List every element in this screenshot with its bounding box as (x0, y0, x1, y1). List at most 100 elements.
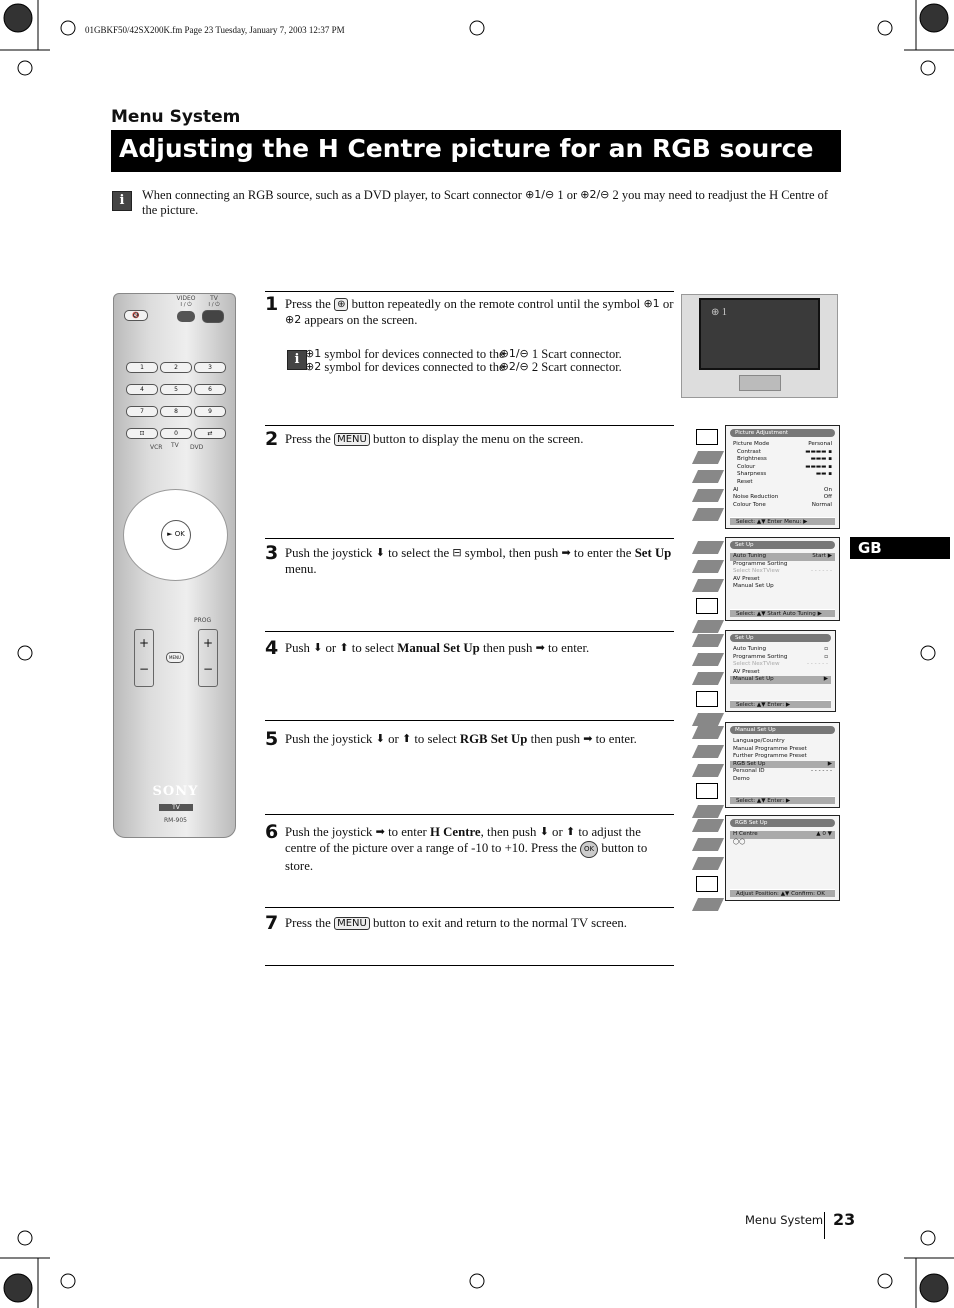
menu-row: Auto Tuning Start ▶ (730, 553, 835, 561)
input-1-icon: ⊕1 (643, 297, 660, 310)
features-icon (691, 764, 725, 777)
menu-row: Auto Tuning ▫ (730, 646, 831, 654)
tv-label: TV (210, 295, 218, 302)
text: appears on the screen. (301, 313, 418, 327)
menu-row-value: ▬▬▬ ▪ (810, 456, 832, 463)
note-box: i ⊕1 symbol for devices connected to the… (287, 348, 667, 374)
menu-panel: Set Up Auto Tuning ▫ Programme Sorting ▫ Sele… (725, 630, 836, 712)
menu-row: Select NexTView - - - - - - (730, 568, 835, 576)
menu-row: ◯◯ (730, 839, 835, 847)
text: 1 or (554, 188, 581, 202)
step-5: 5 Push the joystick ⬇ or ⬆ to select RGB … (265, 728, 675, 750)
menu-row: Programme Sorting (730, 561, 835, 569)
menu-row-label: Programme Sorting (733, 653, 788, 660)
intro-text: When connecting an RGB source, such as a… (142, 188, 832, 218)
features-icon (691, 470, 725, 483)
menu-row-label: Brightness (737, 456, 767, 463)
menu-row-label: Contrast (737, 448, 761, 455)
joystick-down-icon: ⬇ (375, 732, 385, 745)
menu-panel: Manual Set Up Language/Country Manual Prog… (725, 722, 840, 808)
text: or (659, 297, 674, 311)
dvd-label: DVD (190, 444, 204, 451)
menu-row-value: ▬▬ ▪ (815, 471, 832, 478)
tv-illustration: ⊕ 1 (681, 294, 838, 398)
menu-footer: Adjust Position: ▲▼ Confirm: OK (730, 889, 835, 897)
text: Push the joystick (285, 546, 376, 560)
menu-row: Further Programme Preset (730, 753, 835, 761)
info-icon: i (112, 191, 132, 211)
language-tab: GB (850, 537, 950, 559)
step-6: 6 Push the joystick ➡ to enter H Centre, … (265, 821, 675, 874)
menu-title: Picture Adjustment (730, 429, 835, 437)
menu-row-label: Colour (737, 463, 756, 470)
remote-key: ⊡ (126, 428, 158, 439)
footer-section: Menu System (745, 1213, 824, 1227)
joystick-down-icon: ⬇ (539, 825, 549, 838)
features-icon (691, 857, 725, 870)
menu-row: Personal ID - - - - - - (730, 768, 835, 776)
menu-row-value: ▫ (824, 653, 828, 660)
tv-stand (739, 375, 781, 391)
mute-button: 🔇 (124, 310, 148, 321)
menu-row: Select NexTView - - - - - - (730, 661, 831, 669)
remote-key: 0 (160, 428, 192, 439)
menu-title: Manual Set Up (730, 726, 835, 734)
remote-key: 7 (126, 406, 158, 417)
text: to enter the (570, 546, 635, 560)
text: to enter. (544, 641, 590, 655)
menu-row: AV Preset (730, 669, 831, 677)
menu-row-label: Reset (737, 478, 753, 485)
teletext-icon (691, 508, 725, 521)
bold-term: Manual Set Up (397, 641, 480, 655)
remote-key: 2 (160, 362, 192, 373)
menu-row-label: H Centre (733, 831, 758, 837)
menu-footer: Select: ▲▼ Enter: ▶ (730, 700, 831, 708)
step-number: 7 (265, 912, 279, 934)
menu-row: Picture Mode Personal (730, 441, 835, 449)
text: When connecting an RGB source, such as a… (142, 188, 526, 202)
text: or (384, 732, 402, 746)
menu-row-value: ▶ (823, 676, 828, 683)
input-2-icon: ⊕2 (305, 360, 322, 373)
sound-icon (691, 745, 725, 758)
joystick-right-icon: ➡ (375, 825, 385, 838)
text: menu. (285, 562, 317, 576)
menu-title: Set Up (730, 634, 831, 642)
menu-row-value: - - - - - - (810, 568, 832, 575)
menu-row-value: ▬▬▬▬ ▪ (805, 463, 832, 470)
sound-icon (691, 838, 725, 851)
menu-row: Demo (730, 776, 835, 784)
text: button repeatedly on the remote control … (348, 297, 644, 311)
step-text: Push the joystick ⬇ to select the ⊟ symb… (285, 545, 675, 577)
text: then push (527, 732, 584, 746)
menu-row-label: Auto Tuning (733, 553, 767, 559)
picture-icon (691, 634, 725, 647)
menu-footer: Select: ▲▼ Enter Menu: ▶ (730, 517, 835, 525)
step-7: 7 Press the MENU button to exit and retur… (265, 912, 675, 934)
video-power-button (177, 311, 195, 322)
step-number: 6 (265, 821, 279, 843)
menu-footer: Select: ▲▼ Enter: ▶ (730, 796, 835, 804)
joystick-down-icon: ⬇ (313, 641, 323, 654)
teletext-icon (691, 898, 725, 911)
menu-title: RGB Set Up (730, 819, 835, 827)
remote-key: 9 (194, 406, 226, 417)
bold-term: H Centre (430, 825, 481, 839)
picture-icon (691, 819, 725, 832)
step-number: 3 (265, 542, 279, 564)
menu-row: AI On (730, 487, 835, 495)
joystick-up-icon: ⬆ (339, 641, 349, 654)
vcr-label: VCR (150, 444, 163, 451)
remote-key: 8 (160, 406, 192, 417)
joystick-pad: ► OK (123, 489, 228, 581)
menu-row: Language/Country (730, 738, 835, 746)
menu-row: Noise Reduction Off (730, 494, 835, 502)
step-text: Press the MENU button to exit and return… (285, 915, 675, 931)
step-number: 5 (265, 728, 279, 750)
menu-row-label: Picture Mode (733, 441, 770, 447)
menu-row: Brightness ▬▬▬ ▪ (730, 456, 835, 464)
menu-button-icon: MENU (334, 433, 370, 446)
menu-row: Colour Tone Normal (730, 502, 835, 510)
menu-row-label: Language/Country (733, 738, 785, 744)
remote-control-illustration: 🔇 VIDEO I / ⏻ TV I / ⏻ 1 2 3 4 5 6 7 8 9 ⊡ 0 ⇄ VCR … (113, 293, 236, 838)
